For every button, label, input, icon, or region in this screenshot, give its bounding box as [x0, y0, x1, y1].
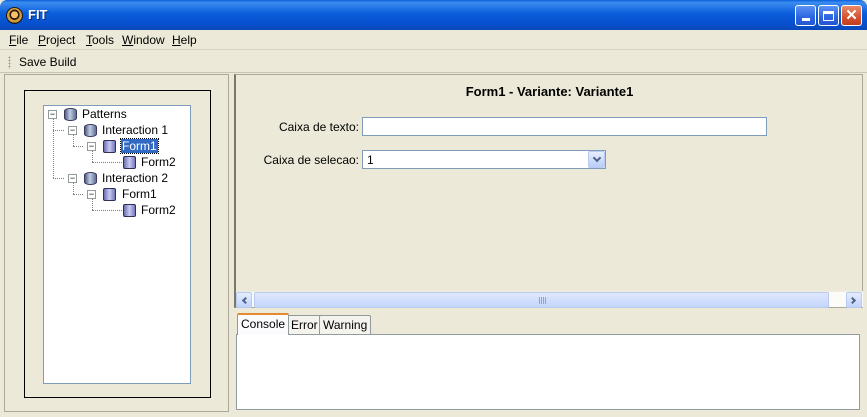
menu-tools-label: ools [92, 33, 115, 47]
console-panel: Console Error Warning [234, 312, 863, 412]
minimize-icon [801, 18, 810, 21]
tree-connector [92, 210, 122, 211]
toolbar-grip[interactable] [8, 56, 11, 69]
form-icon [123, 204, 136, 217]
toolbar: Save Build [0, 51, 867, 73]
menu-project-mnemonic: P [38, 33, 47, 47]
form-preview-panel: Form1 - Variante: Variante1 Caixa de tex… [234, 74, 863, 308]
save-build-button[interactable]: Save Build [19, 55, 76, 69]
title-bar[interactable]: FIT ✕ [0, 0, 867, 30]
menu-help-mnemonic: H [172, 33, 181, 47]
database-icon [84, 124, 97, 137]
form-icon [103, 140, 116, 153]
tree-node-form1[interactable]: Form1 [122, 187, 157, 201]
menu-window-mnemonic: W [122, 33, 134, 47]
tree-connector [92, 162, 122, 163]
tree-node-interaction-2[interactable]: Interaction 2 [102, 171, 168, 185]
form-icon [103, 188, 116, 201]
scrollbar-grip [539, 297, 547, 304]
app-icon[interactable] [6, 7, 23, 24]
tree-collapse-toggle[interactable]: − [68, 174, 77, 183]
tree-connector [53, 130, 64, 131]
pattern-tree[interactable]: − Patterns − Interaction 1 − Form1 Form2… [43, 105, 191, 384]
menu-tools[interactable]: Tools [86, 33, 114, 47]
scroll-left-button[interactable] [236, 292, 252, 308]
tree-connector [73, 146, 83, 147]
scroll-right-button[interactable] [846, 292, 862, 308]
tree-node-interaction-1[interactable]: Interaction 1 [102, 123, 168, 137]
menu-bar: File Project Tools Window Help [0, 30, 867, 50]
scrollbar-thumb[interactable] [254, 292, 829, 308]
close-button[interactable]: ✕ [841, 5, 862, 26]
tree-collapse-toggle[interactable]: − [68, 126, 77, 135]
tree-connector [92, 151, 93, 162]
tree-connector [53, 178, 64, 179]
select-field-dropdown[interactable]: 1 [362, 150, 606, 169]
tree-node-form1-selected[interactable]: Form1 [120, 138, 159, 154]
text-field-input[interactable] [362, 117, 767, 136]
tree-collapse-toggle[interactable]: − [87, 142, 96, 151]
tree-connector [73, 183, 74, 194]
window-title: FIT [28, 7, 48, 22]
form-title: Form1 - Variante: Variante1 [465, 84, 634, 99]
tree-collapse-toggle[interactable]: − [87, 190, 96, 199]
menu-file[interactable]: File [9, 33, 28, 47]
menu-window[interactable]: Window [122, 33, 165, 47]
maximize-icon [823, 10, 834, 21]
tree-node-form2[interactable]: Form2 [141, 155, 176, 169]
chevron-right-icon [848, 296, 857, 304]
dropdown-arrow-button[interactable] [588, 151, 605, 168]
project-panel: − Patterns − Interaction 1 − Form1 Form2… [4, 74, 229, 412]
tree-frame: − Patterns − Interaction 1 − Form1 Form2… [24, 90, 211, 398]
tree-connector [73, 194, 83, 195]
tree-connector [73, 135, 74, 146]
tab-console[interactable]: Console [237, 313, 290, 335]
menu-project-label: roject [46, 33, 76, 47]
menu-window-label: indow [133, 33, 165, 47]
text-field-label: Caixa de texto: [278, 120, 359, 134]
maximize-button[interactable] [818, 5, 839, 26]
select-field-label: Caixa de selecao: [263, 153, 359, 167]
tree-connector [53, 119, 54, 178]
chevron-down-icon [592, 153, 601, 163]
tab-warning[interactable]: Warning [319, 315, 372, 334]
tree-collapse-toggle[interactable]: − [48, 110, 57, 119]
close-icon: ✕ [845, 7, 858, 24]
menu-file-label: ile [16, 33, 29, 47]
database-icon [84, 172, 97, 185]
database-icon [64, 108, 77, 121]
menu-project[interactable]: Project [38, 33, 75, 47]
tree-node-form2[interactable]: Form2 [141, 203, 176, 217]
tree-connector [92, 199, 93, 210]
tree-node-patterns[interactable]: Patterns [82, 107, 127, 121]
console-output[interactable] [236, 334, 860, 410]
minimize-button[interactable] [795, 5, 816, 26]
horizontal-scrollbar[interactable] [236, 291, 863, 308]
chevron-left-icon [241, 296, 250, 304]
menu-help-label: elp [180, 33, 197, 47]
select-field-value: 1 [367, 153, 374, 167]
menu-help[interactable]: Help [172, 33, 197, 47]
form-icon [123, 156, 136, 169]
tab-error[interactable]: Error [287, 315, 322, 334]
